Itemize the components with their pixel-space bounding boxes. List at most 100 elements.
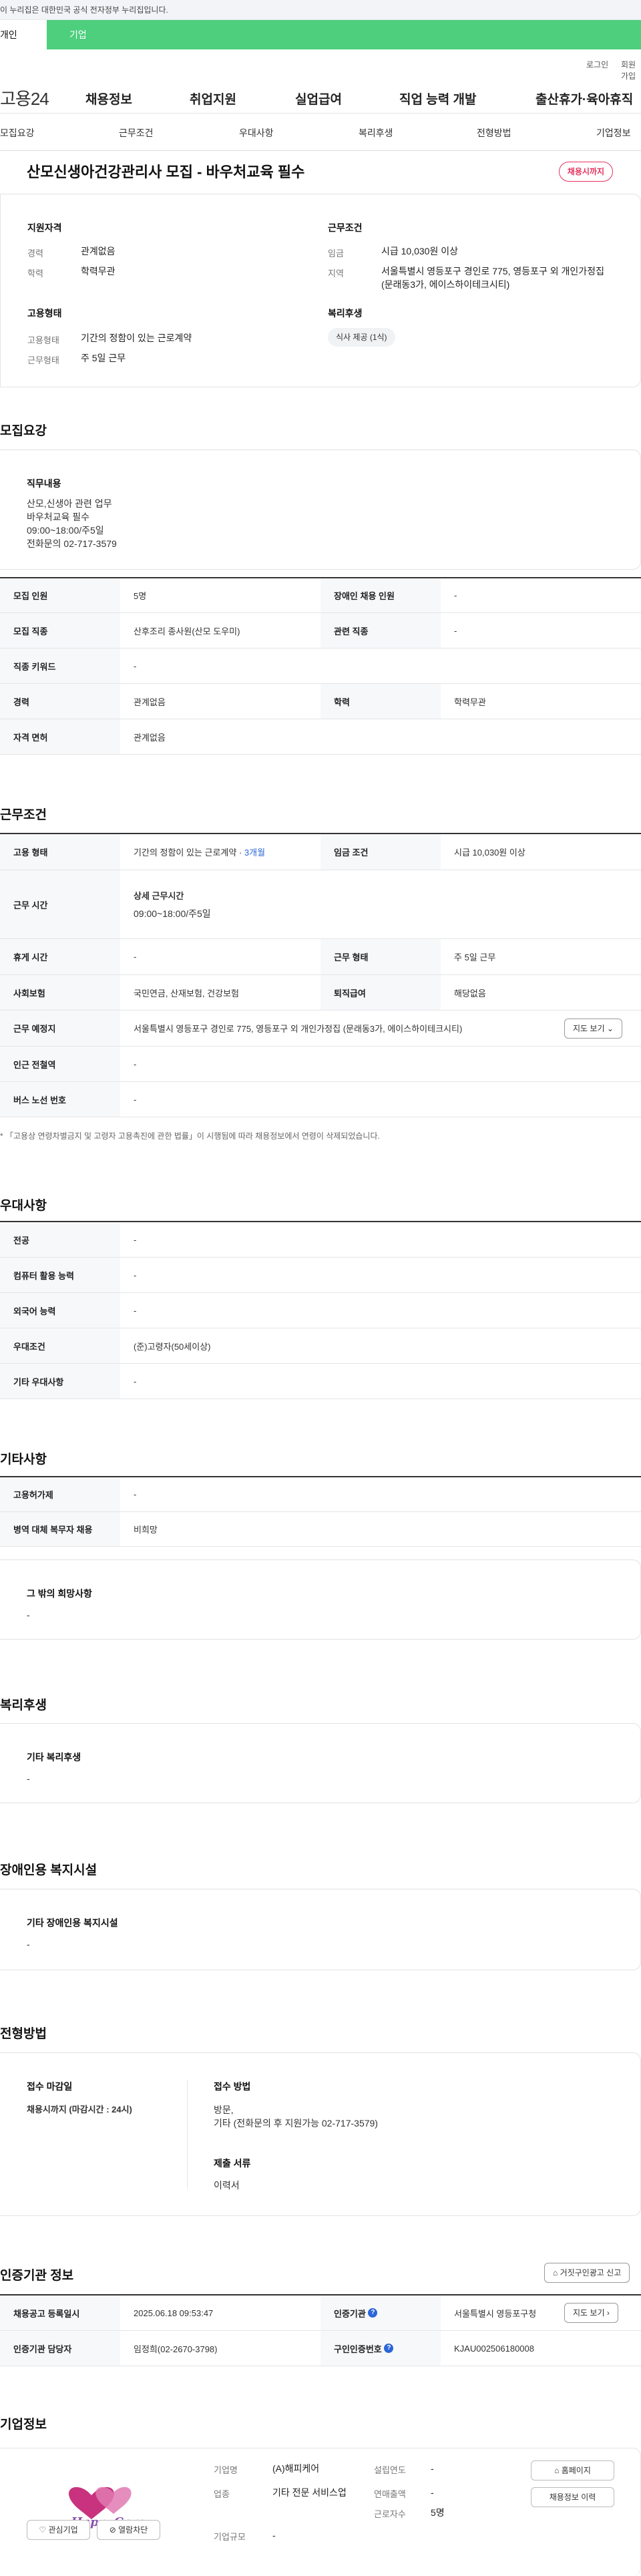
company-size: - xyxy=(272,2530,276,2541)
divider xyxy=(187,2080,188,2189)
utility-bar: 로그인 회원가입 xyxy=(0,49,641,81)
deadline-value: 채용시까지 (마감시간 : 24시) xyxy=(27,2104,132,2114)
table-cell: 2025.06.18 09:53:47 xyxy=(134,2308,214,2318)
table-header: 기타 우대사항 xyxy=(0,1364,120,1399)
section-heading-preference: 우대사항 xyxy=(0,1199,47,1213)
summary-cond-heading: 근무조건 xyxy=(328,222,363,233)
table-cell: - xyxy=(134,952,137,962)
table-header: 사회보험 xyxy=(0,975,120,1010)
table-cell: - xyxy=(134,1489,137,1499)
job-title: 산모신생아건강관리사 모집 - 바우처교육 필수 xyxy=(27,164,305,180)
table-header: 임금 조건 xyxy=(320,834,441,870)
table-cell: KJAU002506180008 xyxy=(454,2343,534,2354)
other-wish-title: 그 밖의 희망사항 xyxy=(27,1588,92,1599)
summary-label: 임금 xyxy=(328,248,344,258)
company-field-label: 연매출액 xyxy=(374,2489,406,2499)
login-link[interactable]: 로그인 xyxy=(586,59,608,70)
docs-title: 제출 서류 xyxy=(214,2158,251,2169)
disability-value: - xyxy=(27,1939,30,1950)
cert-map-button[interactable]: 지도 보기 › xyxy=(564,2303,618,2323)
table-header: 모집 직종 xyxy=(0,613,120,648)
cert-table: 채용공고 등록일시 2025.06.18 09:53:47 인증기관 ? 서울특… xyxy=(0,2294,641,2366)
other-wish-value: - xyxy=(27,1610,30,1620)
table-cell: - xyxy=(134,1305,137,1316)
table-cell: 시급 10,030원 이상 xyxy=(454,848,525,858)
anchor-selection[interactable]: 전형방법 xyxy=(477,126,511,140)
table-cell: 산후조리 종사원(산모 도우미) xyxy=(134,626,240,636)
site-logo[interactable]: 고용24 xyxy=(0,85,49,110)
summary-value: 기간의 정함이 있는 근로계약 xyxy=(81,333,192,343)
table-cell: - xyxy=(134,1270,137,1280)
table-cell: - xyxy=(134,661,137,671)
method-value: 방문, 기타 (전화문의 후 지원가능 02-717-3579) xyxy=(214,2104,378,2129)
age-law-note-text: 「고용상 연령차별금지 및 고령자 고용촉진에 관한 법률」이 시행됨에 따라 … xyxy=(5,1131,380,1141)
summary-value: 관계없음 xyxy=(81,246,116,256)
table-header: 휴게 시간 xyxy=(0,939,120,974)
section-heading-welfare: 복리후생 xyxy=(0,1698,47,1712)
interest-company-button[interactable]: ♡ 관심기업 xyxy=(27,2520,90,2540)
table-cell: 관계없음 xyxy=(134,732,166,743)
block-view-button[interactable]: ⊘ 열람차단 xyxy=(97,2520,160,2540)
summary-value: 학력무관 xyxy=(81,266,116,277)
hours-subtitle: 상세 근무시간 xyxy=(134,891,184,901)
summary-value: 시급 10,030원 이상 xyxy=(381,246,458,256)
job-history-button[interactable]: 채용정보 이력 xyxy=(531,2487,614,2507)
gnb-menu-support[interactable]: 취업지원 xyxy=(190,89,236,108)
section-heading-company: 기업정보 xyxy=(0,2418,47,2432)
anchor-company[interactable]: 기업정보 xyxy=(596,126,631,140)
emp-type-months: 3개월 xyxy=(244,848,266,858)
tab-personal[interactable]: 개인 xyxy=(0,20,47,49)
info-icon[interactable]: ? xyxy=(384,2344,394,2353)
docs-value: 이력서 xyxy=(214,2180,240,2191)
company-field-label: 기업규모 xyxy=(214,2532,246,2542)
summary-value: 서울특별시 영등포구 경인로 775, 영등포구 외 개인가정집 (문래동3가,… xyxy=(381,266,604,290)
anchor-preference[interactable]: 우대사항 xyxy=(239,126,274,140)
company-sales: - xyxy=(431,2487,434,2498)
table-header: 근무 시간 xyxy=(0,870,120,938)
table-row: 경력 관계없음 학력 학력무관 xyxy=(0,684,641,719)
table-header: 채용공고 등록일시 xyxy=(0,2295,120,2330)
homepage-button[interactable]: ⌂ 홈페이지 xyxy=(531,2460,614,2480)
tab-company[interactable]: 기업 xyxy=(69,20,87,49)
anchor-recruit[interactable]: 모집요강 xyxy=(0,126,35,140)
table-header: 경력 xyxy=(0,684,120,719)
company-employees: 5명 xyxy=(431,2507,445,2518)
table-row: 우대조건 (준)고령자(50세이상) xyxy=(0,1328,641,1364)
work-table: 고용 형태 기간의 정함이 있는 근로계약 · 3개월 임금 조건 시급 10,… xyxy=(0,833,641,1117)
table-cell: - xyxy=(134,1059,137,1069)
anchor-work[interactable]: 근무조건 xyxy=(119,126,154,140)
table-header: 우대조건 xyxy=(0,1328,120,1363)
map-view-button[interactable]: 지도 보기 ⌄ xyxy=(564,1019,622,1039)
table-cell: 기간의 정함이 있는 근로계약 · 3개월 xyxy=(120,834,320,870)
table-header: 근무 형태 xyxy=(320,939,441,974)
table-cell: (준)고령자(50세이상) xyxy=(134,1341,211,1352)
deadline-title: 접수 마감일 xyxy=(27,2081,73,2092)
etc-table: 고용허가제 - 병역 대체 복무자 채용 비희망 xyxy=(0,1476,641,1547)
report-fake-ad-button[interactable]: ⌂ 거짓구인광고 신고 xyxy=(544,2263,630,2283)
welfare-value: - xyxy=(27,1773,30,1784)
table-row: 모집 인원 5명 장애인 채용 인원 - xyxy=(0,578,641,613)
anchor-welfare[interactable]: 복리후생 xyxy=(359,126,393,140)
table-header: 장애인 채용 인원 xyxy=(320,578,441,612)
table-cell: 서울특별시 영등포구 경인로 775, 영등포구 외 개인가정집 (문래동3가,… xyxy=(134,1024,463,1034)
summary-emp-heading: 고용형태 xyxy=(27,308,62,319)
table-cell: - xyxy=(134,1094,137,1105)
gnb-menu-unemployment[interactable]: 실업급여 xyxy=(295,89,342,108)
homepage-label: 홈페이지 xyxy=(561,2466,591,2475)
block-icon: ⊘ xyxy=(109,2525,116,2535)
gnb-menu-jobs[interactable]: 채용정보 xyxy=(85,89,132,108)
recruit-table: 모집 인원 5명 장애인 채용 인원 - 모집 직종 산후조리 종사원(산모 도… xyxy=(0,577,641,755)
usertype-bar: 개인 기업 xyxy=(0,20,641,49)
table-cell: - xyxy=(134,1376,137,1387)
gnb-menu-training[interactable]: 직업 능력 개발 xyxy=(399,89,476,108)
table-header: 고용 형태 xyxy=(0,834,120,870)
table-cell: 관계없음 xyxy=(134,697,166,707)
table-header: 퇴직급여 xyxy=(320,975,441,1010)
gnb-menu-parental-leave[interactable]: 출산휴가·육아휴직 xyxy=(536,89,633,108)
table-row: 전공 - xyxy=(0,1222,641,1258)
table-row: 인근 전철역 - xyxy=(0,1047,641,1082)
info-icon[interactable]: ? xyxy=(368,2308,378,2318)
table-row: 고용허가제 - xyxy=(0,1477,641,1512)
summary-label: 경력 xyxy=(27,248,43,258)
welfare-title: 기타 복리후생 xyxy=(27,1752,81,1763)
